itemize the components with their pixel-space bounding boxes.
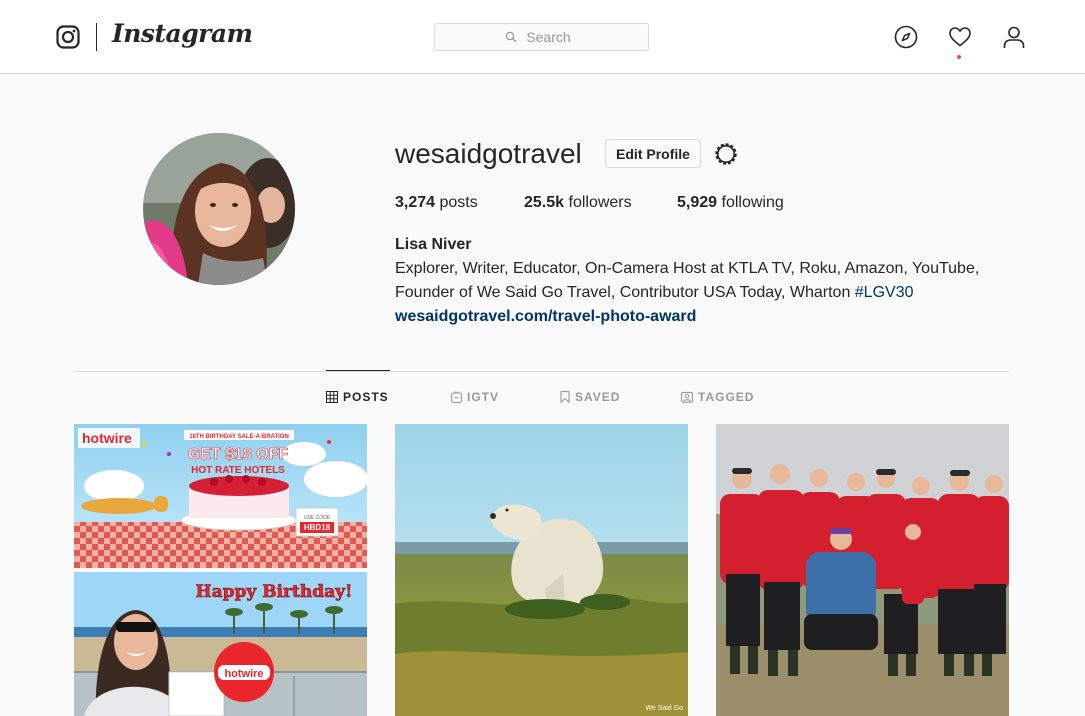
bio-line-1: Explorer, Writer, Educator, On-Camera Ho… (395, 260, 980, 277)
tab-saved[interactable]: SAVED (560, 390, 620, 404)
grid-icon (326, 391, 338, 403)
group-photo (716, 424, 1009, 716)
instagram-logo-icon[interactable] (56, 25, 80, 49)
active-tab-indicator (326, 370, 390, 371)
tab-posts[interactable]: POSTS (326, 390, 389, 404)
heart-icon[interactable] (948, 25, 972, 49)
following-stat[interactable]: 5,929 following (677, 193, 784, 213)
posts-stat: 3,274 posts (395, 193, 478, 213)
settings-gear-icon[interactable] (713, 141, 739, 167)
tab-tagged[interactable]: TAGGED (681, 390, 754, 404)
bio-hashtag-link[interactable]: #LGV30 (855, 284, 914, 301)
followers-stat[interactable]: 25.5k followers (524, 193, 632, 213)
promo-code-label: USE CODE (304, 515, 331, 521)
igtv-icon (451, 391, 462, 403)
profile-bio: Lisa Niver Explorer, Writer, Educator, O… (395, 233, 1015, 329)
top-navigation-bar: Instagram (0, 0, 1085, 74)
bio-line-2: Founder of We Said Go Travel, Contributo… (395, 281, 1015, 305)
hotwire-promo-image: 18TH BIRTHDAY SALE-A-BRATION GET $18 OFF… (74, 424, 367, 568)
followers-label: followers (568, 194, 632, 211)
edit-profile-button[interactable]: Edit Profile (605, 139, 701, 168)
promo-code: HBD18 (304, 523, 331, 532)
logo-divider (96, 23, 97, 51)
polar-bear-photo: We Said Go (395, 424, 688, 716)
profile-website-link[interactable]: wesaidgotravel.com/travel-photo-award (395, 308, 696, 325)
profile-avatar[interactable] (143, 133, 295, 285)
tag-person-icon (681, 391, 693, 403)
post-happy-birthday[interactable]: Happy Birthday! hotwire (74, 572, 367, 716)
profile-full-name: Lisa Niver (395, 236, 472, 253)
tab-igtv[interactable]: IGTV (451, 390, 499, 404)
tab-saved-label: SAVED (575, 390, 621, 404)
posts-count: 3,274 (395, 194, 436, 211)
birthday-photo: Happy Birthday! hotwire (74, 572, 367, 716)
instagram-wordmark[interactable]: Instagram (112, 19, 253, 48)
post-group-photo[interactable] (716, 424, 1009, 716)
followers-count: 25.5k (524, 194, 565, 211)
photo-watermark: We Said Go (645, 705, 683, 712)
promo-small-text: 18TH BIRTHDAY SALE-A-BRATION (189, 434, 289, 440)
posts-label: posts (439, 194, 478, 211)
tabs-divider (74, 371, 1009, 372)
tab-posts-label: POSTS (343, 390, 389, 404)
profile-photo (143, 133, 295, 285)
promo-subtitle: HOT RATE HOTELS (191, 465, 285, 476)
following-label: following (721, 194, 784, 211)
search-box[interactable] (434, 23, 649, 51)
post-polar-bear[interactable]: We Said Go (395, 424, 688, 716)
compass-icon[interactable] (894, 25, 918, 49)
search-input[interactable] (435, 24, 648, 50)
bio-line-2-text: Founder of We Said Go Travel, Contributo… (395, 284, 855, 301)
balloon-text: hotwire (224, 668, 263, 680)
following-count: 5,929 (677, 194, 718, 211)
post-hotwire-promo[interactable]: 18TH BIRTHDAY SALE-A-BRATION GET $18 OFF… (74, 424, 367, 568)
profile-username: wesaidgotravel (395, 138, 582, 169)
promo-title: GET $18 OFF (188, 446, 289, 463)
tab-tagged-label: TAGGED (698, 390, 755, 404)
tab-igtv-label: IGTV (467, 390, 500, 404)
hotwire-logo-text: hotwire (82, 430, 132, 446)
notification-dot (957, 55, 961, 59)
bookmark-icon (560, 391, 570, 403)
user-icon[interactable] (1002, 25, 1026, 49)
birthday-text: Happy Birthday! (196, 582, 353, 602)
